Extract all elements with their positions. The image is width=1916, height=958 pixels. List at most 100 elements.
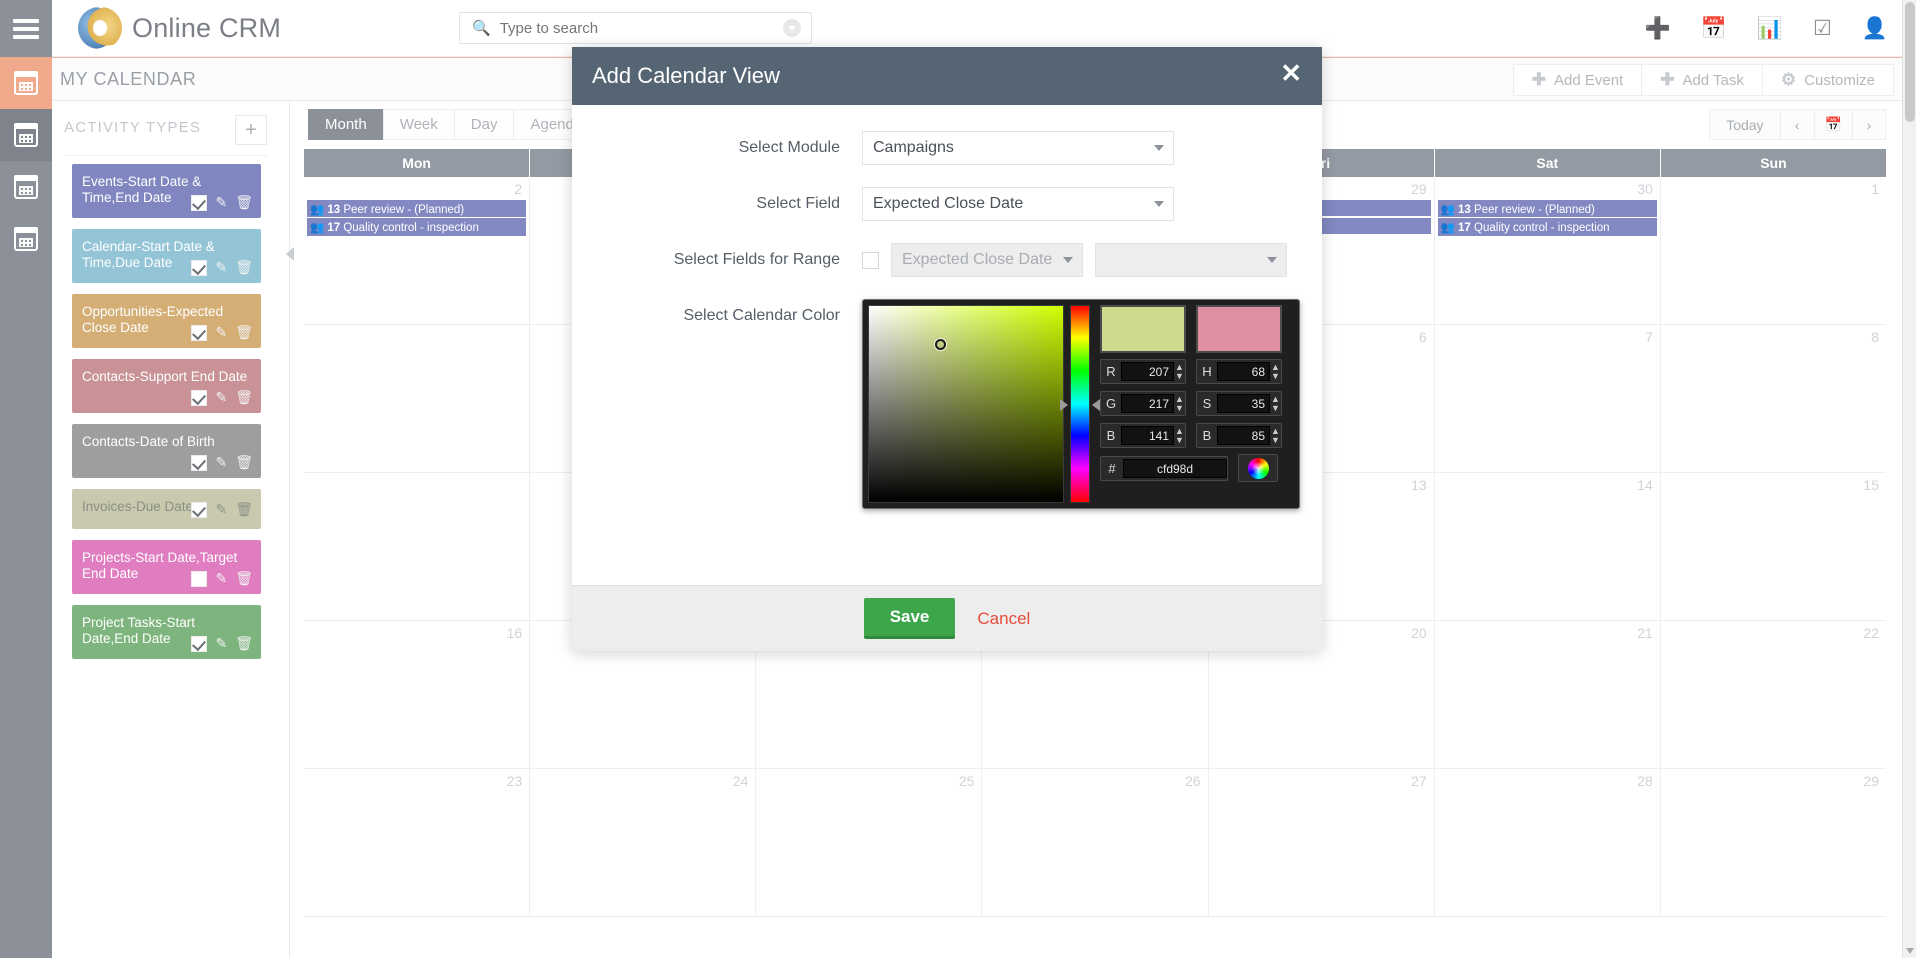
visibility-checkbox[interactable] [191, 635, 208, 652]
scrollbar-thumb[interactable] [1905, 2, 1915, 122]
add-circle-icon[interactable]: ➕ [1645, 18, 1671, 39]
calendar-day-cell[interactable]: 24 [530, 769, 757, 916]
calendar-day-cell[interactable]: 1 [1661, 177, 1886, 324]
red-value[interactable]: 207 [1121, 362, 1174, 381]
color-picker[interactable]: R 207 ▲ ▼ G 217 ▲ ▼ B 141 ▲ ▼ H 68 ▲ ▼ S… [862, 299, 1300, 509]
visibility-checkbox[interactable] [191, 194, 208, 211]
activity-type-item-events[interactable]: Events-Start Date & Time,End Date ✎ 🗑 [72, 164, 261, 218]
calendar-event[interactable]: 👥 13 Peer review - (Planned) [306, 199, 528, 219]
cancel-button[interactable]: Cancel [977, 609, 1030, 629]
visibility-checkbox[interactable] [191, 501, 208, 518]
save-button[interactable]: Save [863, 598, 956, 639]
calendar-day-cell[interactable]: 26 [982, 769, 1209, 916]
brightness-value[interactable]: 85 [1217, 426, 1270, 445]
visibility-checkbox[interactable] [191, 324, 208, 341]
edit-icon[interactable]: ✎ [215, 194, 227, 211]
new-color-swatch[interactable] [1100, 305, 1186, 353]
stepper-icon[interactable]: ▲ ▼ [1270, 362, 1281, 381]
calendar-day-cell[interactable]: 21 [1435, 621, 1661, 768]
calendar-day-cell[interactable]: 7 [1435, 325, 1661, 472]
today-button[interactable]: Today [1709, 109, 1780, 140]
delete-icon[interactable]: 🗑 [235, 194, 253, 211]
close-icon[interactable]: ✕ [1280, 60, 1302, 86]
rail-item-calendar[interactable] [0, 57, 52, 109]
calendar-day-cell[interactable]: 28 [1435, 769, 1661, 916]
rail-item-events[interactable] [0, 213, 52, 265]
search-box[interactable]: 🔍 [459, 12, 812, 44]
activity-type-item-contacts-support[interactable]: Contacts-Support End Date ✎ 🗑 [72, 359, 261, 413]
saturation-field[interactable]: S 35 ▲ ▼ [1196, 391, 1282, 416]
edit-icon[interactable]: ✎ [215, 501, 227, 518]
calendar-icon[interactable]: 📅 [1701, 18, 1727, 39]
brightness-field[interactable]: B 85 ▲ ▼ [1196, 423, 1282, 448]
stepper-icon[interactable]: ▲ ▼ [1174, 426, 1185, 445]
edit-icon[interactable]: ✎ [215, 454, 227, 471]
chevron-down-icon[interactable] [783, 19, 801, 37]
menu-toggle-button[interactable] [0, 0, 52, 57]
prev-month-button[interactable]: ‹ [1779, 109, 1814, 140]
calendar-event[interactable]: 👥 17 Quality control - inspection [1436, 217, 1658, 237]
customize-button[interactable]: ⚙ Customize [1761, 64, 1894, 96]
saturation-brightness-area[interactable] [868, 305, 1064, 503]
calendar-day-cell[interactable]: 8 [1661, 325, 1886, 472]
activity-type-item-project-tasks[interactable]: Project Tasks-Start Date,End Date ✎ 🗑 [72, 605, 261, 659]
calendar-day-cell[interactable]: 14 [1435, 473, 1661, 620]
next-month-button[interactable]: › [1852, 109, 1886, 140]
saturation-value[interactable]: 35 [1217, 394, 1270, 413]
red-field[interactable]: R 207 ▲ ▼ [1100, 359, 1186, 384]
activity-type-item-opportunities[interactable]: Opportunities-Expected Close Date ✎ 🗑 [72, 294, 261, 348]
edit-icon[interactable]: ✎ [215, 259, 227, 276]
visibility-checkbox[interactable] [191, 570, 208, 587]
calendar-day-cell[interactable]: 25 [756, 769, 983, 916]
hex-field[interactable]: # cfd98d [1100, 455, 1228, 481]
delete-icon[interactable]: 🗑 [235, 570, 253, 587]
edit-icon[interactable]: ✎ [215, 389, 227, 406]
activity-type-item-invoices[interactable]: Invoices-Due Date ✎ 🗑 [72, 489, 261, 529]
add-event-button[interactable]: ✚ Add Event [1512, 64, 1642, 96]
select-field-dropdown[interactable]: Expected Close Date [862, 187, 1174, 221]
green-field[interactable]: G 217 ▲ ▼ [1100, 391, 1186, 416]
calendar-day-cell[interactable]: 30 👥 13 Peer review - (Planned) 👥 17 Quali… [1435, 177, 1661, 324]
delete-icon[interactable]: 🗑 [235, 454, 253, 471]
blue-value[interactable]: 141 [1121, 426, 1174, 445]
stepper-icon[interactable]: ▲ ▼ [1174, 362, 1185, 381]
blue-field[interactable]: B 141 ▲ ▼ [1100, 423, 1186, 448]
calendar-day-cell[interactable] [304, 473, 531, 620]
saturation-cursor[interactable] [935, 339, 946, 350]
green-value[interactable]: 217 [1121, 394, 1174, 413]
range-field-1-dropdown[interactable]: Expected Close Date [891, 243, 1083, 277]
rail-item-my-calendar[interactable] [0, 109, 52, 161]
tasks-icon[interactable]: ☑ [1813, 18, 1832, 39]
calendar-day-cell[interactable]: 15 [1661, 473, 1886, 620]
calendar-day-cell[interactable]: 23 [304, 769, 531, 916]
delete-icon[interactable]: 🗑 [235, 324, 253, 341]
scroll-down-icon[interactable] [1906, 948, 1914, 954]
tab-week[interactable]: Week [382, 109, 454, 140]
tab-day[interactable]: Day [453, 109, 514, 140]
range-enable-checkbox[interactable] [862, 251, 879, 269]
calendar-day-cell[interactable]: 2 👥 13 Peer review - (Planned) 👥 17 Qualit… [304, 177, 531, 324]
edit-icon[interactable]: ✎ [215, 324, 227, 341]
search-input[interactable] [499, 19, 783, 37]
stepper-icon[interactable]: ▲ ▼ [1174, 394, 1185, 413]
select-module-dropdown[interactable]: Campaigns [862, 131, 1174, 165]
calendar-day-cell[interactable] [304, 325, 531, 472]
calendar-day-cell[interactable]: 27 [1209, 769, 1435, 916]
analytics-icon[interactable]: 📊 [1757, 18, 1783, 39]
stepper-icon[interactable]: ▲ ▼ [1270, 426, 1281, 445]
tab-month[interactable]: Month [308, 109, 383, 140]
delete-icon[interactable]: 🗑 [235, 635, 253, 652]
visibility-checkbox[interactable] [191, 259, 208, 276]
brand[interactable]: Online CRM [78, 7, 281, 49]
user-icon[interactable]: 👤 [1862, 18, 1888, 39]
calendar-day-cell[interactable]: 16 [304, 621, 531, 768]
delete-icon[interactable]: 🗑 [235, 259, 253, 276]
add-activity-type-button[interactable]: + [235, 115, 267, 145]
hue-slider[interactable] [1060, 305, 1100, 503]
calendar-day-cell[interactable]: 29 [1661, 769, 1886, 916]
collapse-sidebar-arrow[interactable] [286, 247, 294, 261]
delete-icon[interactable]: 🗑 [235, 501, 253, 518]
visibility-checkbox[interactable] [191, 389, 208, 406]
calendar-event[interactable]: 👥 17 Quality control - inspection [306, 217, 528, 237]
activity-type-item-contacts-dob[interactable]: Contacts-Date of Birth ✎ 🗑 [72, 424, 261, 478]
